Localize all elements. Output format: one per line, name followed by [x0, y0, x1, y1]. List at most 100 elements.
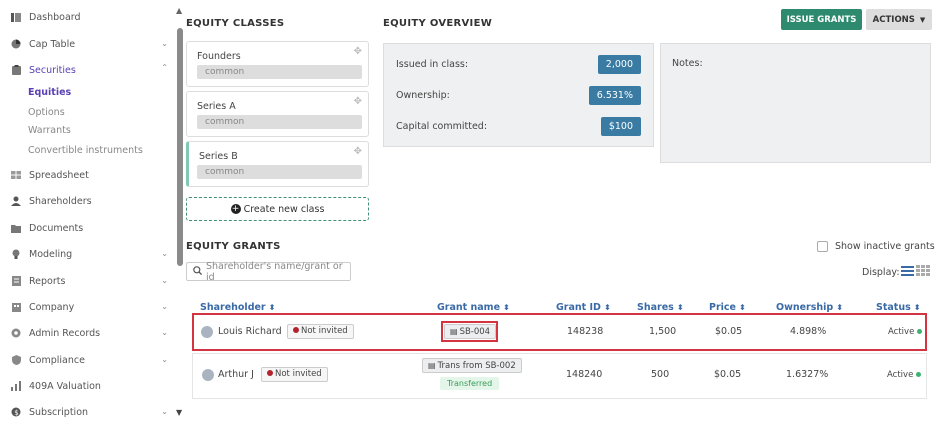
- sidebar-item-label: Shareholders: [29, 195, 92, 207]
- column-label: Ownership: [776, 302, 834, 313]
- sidebar-item-label: Modeling: [29, 248, 73, 260]
- shares: 1,500: [649, 326, 677, 337]
- subscription-icon: $: [11, 407, 21, 417]
- column-label: Shares: [637, 302, 674, 313]
- grid-view-icon[interactable]: [916, 265, 931, 279]
- move-icon[interactable]: ✥: [354, 46, 362, 57]
- invite-status-badge: Not invited: [287, 324, 354, 339]
- chevron-down-icon: ⌄: [161, 328, 168, 337]
- table-row[interactable]: Arthur J Not invited ▤ Trans from SB-002 …: [192, 353, 927, 399]
- sort-icon: ⬍: [913, 303, 921, 312]
- create-new-class-button[interactable]: + Create new class: [186, 197, 369, 221]
- pie-chart-icon: [11, 39, 21, 49]
- sidebar-item-label: Spreadsheet: [29, 169, 89, 181]
- sidebar-subitem-options[interactable]: Options: [28, 107, 65, 118]
- move-icon[interactable]: ✥: [354, 146, 362, 157]
- capital-committed-value: $100: [600, 117, 641, 136]
- class-card-founders[interactable]: Founders common ✥: [186, 41, 369, 87]
- sidebar-subitem-warrants[interactable]: Warrants: [28, 125, 71, 136]
- sidebar-scrollbar[interactable]: [177, 28, 183, 266]
- svg-text:$: $: [14, 409, 18, 417]
- scroll-up-arrow-icon[interactable]: ▲: [176, 6, 182, 15]
- scroll-down-arrow-icon[interactable]: ▼: [176, 408, 182, 417]
- price: $0.05: [715, 326, 743, 337]
- sidebar-item-spreadsheet[interactable]: Spreadsheet: [0, 165, 178, 185]
- issued-label: Issued in class:: [396, 59, 469, 70]
- sidebar-item-dashboard[interactable]: Dashboard: [0, 7, 178, 27]
- building-icon: [11, 302, 21, 312]
- column-header-shareholder[interactable]: Shareholder ⬍: [200, 302, 275, 313]
- shares: 500: [651, 369, 670, 380]
- sort-icon: ⬍: [676, 303, 684, 312]
- class-type-tag: common: [197, 65, 362, 79]
- sidebar-item-label: Securities: [29, 64, 76, 76]
- ownership-label: Ownership:: [396, 90, 450, 101]
- sidebar-item-shareholders[interactable]: Shareholders: [0, 191, 178, 211]
- column-header-grant-id[interactable]: Grant ID ⬍: [556, 302, 611, 313]
- sidebar-subitem-equities[interactable]: Equities: [28, 87, 71, 98]
- grant-search-input[interactable]: Shareholder's name/grant or id: [186, 260, 351, 283]
- sidebar-subitem-convertible-instruments[interactable]: Convertible instruments: [28, 145, 143, 156]
- column-header-price[interactable]: Price ⬍: [709, 302, 746, 313]
- sidebar-item-company[interactable]: Company ⌄: [0, 297, 178, 317]
- chevron-down-icon: ⌄: [161, 355, 168, 364]
- sidebar-item-modeling[interactable]: Modeling ⌄: [0, 244, 178, 264]
- invite-status-label: Not invited: [275, 369, 322, 379]
- sidebar-item-cap-table[interactable]: Cap Table ⌄: [0, 34, 178, 54]
- capital-committed-label: Capital committed:: [396, 121, 488, 132]
- column-header-ownership[interactable]: Ownership ⬍: [776, 302, 843, 313]
- equity-classes-title: EQUITY CLASSES: [186, 18, 285, 29]
- sidebar-item-label: Cap Table: [29, 38, 76, 50]
- class-name: Series A: [197, 101, 236, 112]
- sidebar-item-label: Subscription: [29, 406, 89, 418]
- shareholder-name[interactable]: Arthur J: [218, 369, 254, 380]
- class-card-series-b[interactable]: Series B common ✥: [186, 141, 369, 187]
- list-view-icon[interactable]: [901, 265, 914, 279]
- ownership-value: 6.531%: [588, 86, 641, 105]
- sidebar-item-subscription[interactable]: $ Subscription ⌄: [0, 402, 178, 422]
- plus-circle-icon: +: [230, 204, 241, 214]
- show-inactive-label: Show inactive grants: [835, 241, 935, 252]
- issue-grants-button[interactable]: ISSUE GRANTS: [781, 9, 862, 30]
- sidebar-item-reports[interactable]: Reports ⌄: [0, 271, 178, 291]
- column-header-grant-name[interactable]: Grant name ⬍: [437, 302, 510, 313]
- sidebar-item-securities[interactable]: Securities ⌃: [0, 60, 178, 80]
- column-header-shares[interactable]: Shares ⬍: [637, 302, 684, 313]
- column-label: Status: [876, 302, 911, 313]
- sort-icon: ⬍: [503, 303, 510, 312]
- column-label: Grant ID: [556, 302, 601, 313]
- grant-name-label: Trans from SB-002: [437, 361, 516, 371]
- chevron-down-icon: ⌄: [161, 39, 168, 48]
- class-type-tag: common: [197, 115, 362, 129]
- sidebar-item-label: Dashboard: [29, 11, 81, 23]
- column-header-status[interactable]: Status ⬍: [876, 302, 920, 313]
- sidebar-item-documents[interactable]: Documents: [0, 218, 178, 238]
- class-name: Founders: [197, 51, 241, 62]
- shareholder-name[interactable]: Louis Richard: [218, 326, 282, 337]
- search-placeholder: Shareholder's name/grant or id: [206, 260, 343, 283]
- table-row[interactable]: Louis Richard Not invited ▤ SB-004 148238…: [192, 313, 927, 351]
- sidebar-item-admin-records[interactable]: Admin Records ⌄: [0, 323, 178, 343]
- sidebar-item-label: 409A Valuation: [29, 380, 101, 392]
- sidebar: Dashboard Cap Table ⌄ Securities ⌃ Equit…: [0, 0, 178, 428]
- move-icon[interactable]: ✥: [354, 96, 362, 107]
- equity-overview-title: EQUITY OVERVIEW: [383, 18, 493, 29]
- report-icon: [11, 276, 21, 286]
- actions-label: ACTIONS: [872, 14, 915, 25]
- search-icon: [193, 265, 203, 278]
- invite-status-badge: Not invited: [261, 367, 328, 382]
- caret-down-icon: ▼: [919, 15, 926, 24]
- invite-status-label: Not invited: [301, 326, 348, 336]
- sidebar-item-409a-valuation[interactable]: 409A Valuation: [0, 376, 178, 396]
- sidebar-item-compliance[interactable]: Compliance ⌄: [0, 350, 178, 370]
- actions-dropdown-button[interactable]: ACTIONS ▼: [866, 9, 932, 30]
- show-inactive-checkbox[interactable]: [817, 241, 828, 252]
- grant-name-chip[interactable]: ▤ Trans from SB-002: [422, 358, 522, 373]
- notes-panel[interactable]: Notes:: [660, 43, 931, 163]
- class-card-series-a[interactable]: Series A common ✥: [186, 91, 369, 137]
- class-name: Series B: [199, 151, 238, 162]
- user-icon: [11, 196, 21, 206]
- shield-icon: [11, 355, 21, 365]
- avatar: [201, 326, 213, 338]
- sort-icon: ⬍: [268, 303, 276, 312]
